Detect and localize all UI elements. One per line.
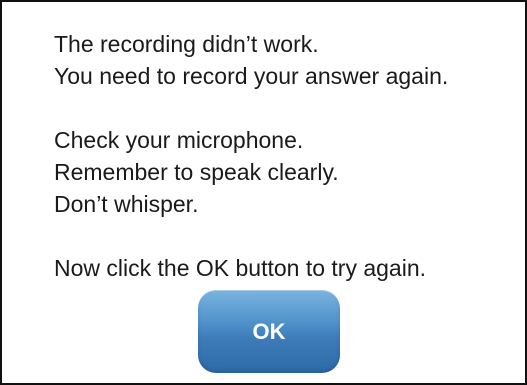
message-line-2: You need to record your answer again. bbox=[54, 63, 449, 89]
message-spacer bbox=[54, 220, 514, 252]
message-spacer bbox=[54, 92, 514, 124]
dialog-message: The recording didn’t work. You need to r… bbox=[54, 28, 514, 284]
message-line-4: Remember to speak clearly. bbox=[54, 159, 339, 185]
message-line-1: The recording didn’t work. bbox=[54, 31, 319, 57]
error-dialog: The recording didn’t work. You need to r… bbox=[0, 0, 527, 385]
message-line-3: Check your microphone. bbox=[54, 127, 304, 153]
ok-button[interactable]: OK bbox=[198, 290, 340, 373]
message-line-6: Now click the OK button to try again. bbox=[54, 255, 427, 281]
message-line-5: Don’t whisper. bbox=[54, 191, 199, 217]
